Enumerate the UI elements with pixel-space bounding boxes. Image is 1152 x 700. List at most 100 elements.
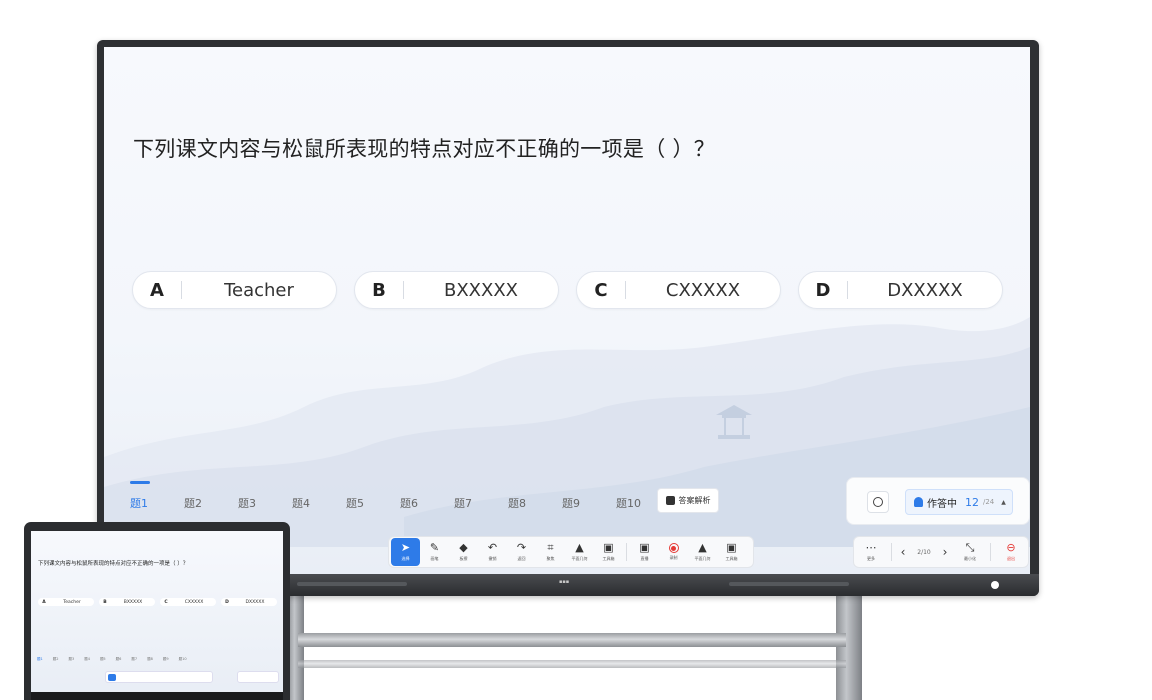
answer-options: A Teacher B BXXXXX C CXXXXX D DXXXXX	[132, 271, 1003, 309]
pager-divider	[891, 543, 892, 561]
tool-label: 返回	[517, 556, 526, 561]
brand-logo: ▪▪▪	[559, 579, 570, 585]
undo-icon: ↶	[487, 541, 498, 554]
answered-count: 12	[965, 495, 979, 509]
geometry-tool[interactable]: ▲ 平面几何	[565, 538, 594, 566]
tool-label: 直播	[640, 556, 649, 561]
record-icon	[668, 543, 679, 553]
eraser-icon: ◆	[459, 541, 468, 554]
tab-question-3[interactable]: 题3	[230, 481, 284, 513]
tool-label: 板擦	[459, 556, 468, 561]
power-indicator	[991, 581, 999, 589]
eraser-tool[interactable]: ◆ 板擦	[449, 538, 478, 566]
answer-analysis-button[interactable]: 答案解析	[657, 488, 719, 513]
laptop-page-controls	[237, 671, 279, 683]
chevron-left-icon[interactable]: ‹	[895, 545, 911, 559]
tool-label: 工具箱	[602, 556, 615, 561]
laptop-option-a: A Teacher	[38, 598, 94, 606]
record-tool[interactable]: 录制	[659, 538, 688, 566]
speaker-grille-right	[729, 582, 849, 586]
chevron-right-icon[interactable]: ›	[937, 545, 953, 559]
option-text: Teacher	[224, 279, 294, 301]
laptop-select-tool	[108, 674, 116, 681]
option-letter: D	[815, 279, 831, 301]
tab-question-8[interactable]: 题8	[500, 481, 554, 513]
option-b[interactable]: B BXXXXX	[354, 271, 559, 309]
toolbox-tool[interactable]: ▣ 工具箱	[594, 538, 623, 566]
tool-label: 画笔	[430, 556, 439, 561]
option-text: CXXXXX	[665, 279, 741, 301]
answering-label: 作答中	[927, 498, 957, 510]
minimize-button[interactable]: ⤡ 最小化	[953, 538, 987, 566]
option-text: DXXXXX	[887, 279, 963, 301]
live-tool[interactable]: ▣ 直播	[630, 538, 659, 566]
tab-question-5[interactable]: 题5	[338, 481, 392, 513]
tab-question-4[interactable]: 题4	[284, 481, 338, 513]
question-tabs: 题1 题2 题3 题4 题5 题6 题7 题8 题9 题10	[122, 481, 662, 513]
target-icon	[873, 497, 883, 507]
option-d[interactable]: D DXXXXX	[798, 271, 1003, 309]
board-screen: 下列课文内容与松鼠所表现的特点对应不正确的一项是（ ）？ A Teacher B…	[104, 47, 1030, 574]
select-tool[interactable]: ➤ 选择	[391, 538, 420, 566]
tab-question-2[interactable]: 题2	[176, 481, 230, 513]
answer-analysis-label: 答案解析	[678, 496, 711, 505]
person-icon	[914, 497, 923, 507]
live-icon: ▣	[639, 541, 650, 554]
geometry-icon: ▲	[575, 541, 584, 554]
tab-question-7[interactable]: 题7	[446, 481, 500, 513]
focus-tool[interactable]: ⌗ 聚焦	[536, 538, 565, 566]
drawing-toolbar: ➤ 选择 ✎ 画笔 ◆ 板擦 ↶ 撤销 ↷ 返回 ⌗ 聚焦 ▲ 平面几何 ▣ 工	[388, 536, 754, 568]
exit-button[interactable]: ⊖ 退出	[994, 538, 1028, 566]
laptop-question-text: 下列课文内容与松鼠所表现的特点对应不正确的一项是（ ）？	[38, 561, 189, 567]
list-icon	[665, 496, 675, 505]
more-icon: ⋯	[865, 541, 877, 554]
answer-status-card: 作答中 12 /24 ▲	[846, 477, 1030, 525]
tool-label: 工具箱	[725, 556, 738, 561]
laptop-screen: 下列课文内容与松鼠所表现的特点对应不正确的一项是（ ）？ A Teacher BB…	[31, 531, 283, 700]
toolbox-tool-2[interactable]: ▣ 工具箱	[717, 538, 746, 566]
page-indicator: 2/10	[917, 548, 931, 556]
laptop-option-b: B BXXXXX	[99, 598, 155, 606]
geometry-tool-2[interactable]: ▲ 平面几何	[688, 538, 717, 566]
toolbox-icon: ▣	[603, 541, 614, 554]
undo-tool[interactable]: ↶ 撤销	[478, 538, 507, 566]
laptop-question-tabs: 题1 题2 题3 题4 题5 题6 题7 题8 题9 题10	[37, 657, 187, 661]
tool-label: 录制	[669, 555, 678, 560]
tab-question-10[interactable]: 题10	[608, 481, 662, 513]
tab-question-1[interactable]: 题1	[122, 481, 176, 513]
caret-up-icon: ▲	[1001, 498, 1006, 506]
pager-divider	[990, 543, 991, 561]
laptop-answer-options: A Teacher B BXXXXX C CXXXXX D DXXXXX	[38, 598, 277, 606]
redo-tool[interactable]: ↷ 返回	[507, 538, 536, 566]
option-a[interactable]: A Teacher	[132, 271, 337, 309]
more-button[interactable]: ⋯ 更多	[854, 538, 888, 566]
stand-crossbar-lower	[298, 660, 846, 668]
more-label: 更多	[867, 556, 875, 561]
option-letter: B	[372, 279, 386, 301]
total-count: /24	[983, 498, 995, 506]
tool-label: 平面几何	[694, 556, 711, 561]
pen-icon: ✎	[429, 541, 440, 554]
minimize-icon: ⤡	[965, 541, 975, 554]
cursor-icon: ➤	[400, 541, 411, 554]
tab-question-9[interactable]: 题9	[554, 481, 608, 513]
toolbar-divider	[626, 543, 627, 561]
toolbox-icon: ▣	[726, 541, 737, 554]
tool-label: 撤销	[488, 556, 497, 561]
pen-tool[interactable]: ✎ 画笔	[420, 538, 449, 566]
laptop-option-d: D DXXXXX	[221, 598, 277, 606]
option-c[interactable]: C CXXXXX	[576, 271, 781, 309]
focus-icon: ⌗	[547, 541, 554, 554]
page-controls: ⋯ 更多 ‹ 2/10 › ⤡ 最小化 ⊖ 退出	[853, 536, 1029, 568]
tool-label: 选择	[401, 556, 410, 561]
redo-icon: ↷	[516, 541, 527, 554]
target-button[interactable]	[867, 491, 889, 513]
laptop-option-c: C CXXXXX	[160, 598, 216, 606]
question-text: 下列课文内容与松鼠所表现的特点对应不正确的一项是（ ）？	[133, 137, 716, 161]
minimize-label: 最小化	[964, 556, 976, 561]
option-letter: A	[150, 279, 164, 301]
tab-question-6[interactable]: 题6	[392, 481, 446, 513]
answering-status-button[interactable]: 作答中 12 /24 ▲	[905, 489, 1013, 515]
geometry-icon: ▲	[698, 541, 707, 554]
speaker-grille-left	[297, 582, 407, 586]
